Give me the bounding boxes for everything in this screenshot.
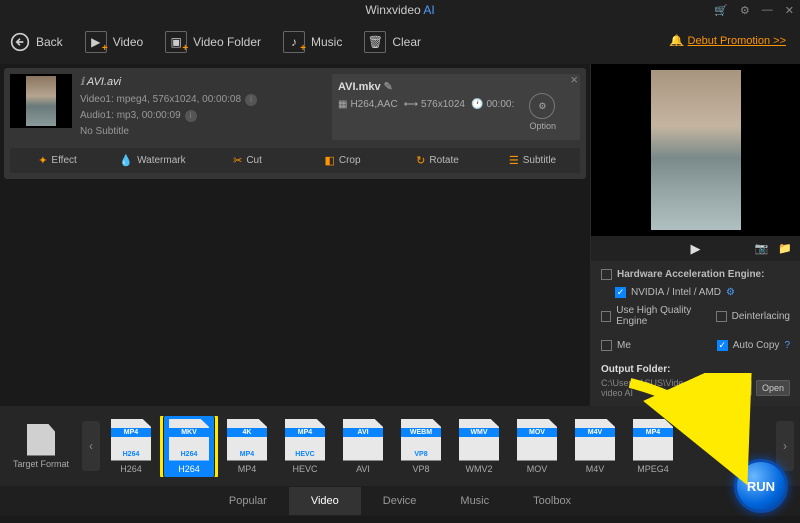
promo-link[interactable]: 🔔 Debut Promotion >> (670, 34, 786, 47)
gear-icon: ⚙ (529, 93, 555, 119)
help-icon[interactable]: ? (784, 340, 790, 351)
format-wmv-wmv2[interactable]: WMVWMV2 (454, 419, 504, 474)
scroll-left-button[interactable]: ‹ (82, 421, 100, 471)
hw-accel-header: Hardware Acceleration Engine: (601, 269, 790, 280)
checkbox-checked[interactable]: ✓ (615, 287, 626, 298)
titlebar: Winxvideo AI 🛒 ⚙ — ✕ (0, 0, 800, 20)
snapshot-icon[interactable]: 📷 (755, 242, 769, 255)
format-mov-mov[interactable]: MOVMOV (512, 419, 562, 474)
preview-image (651, 70, 741, 230)
cut-button[interactable]: ✂Cut (200, 148, 295, 173)
format-4k-mp4[interactable]: 4KMP4MP4 (222, 419, 272, 474)
remove-item-button[interactable]: × (570, 72, 578, 87)
edit-tools: ✦Effect 💧Watermark ✂Cut ◧Crop ↻Rotate ☰S… (10, 148, 580, 173)
folder-icon: ▣+ (165, 31, 187, 53)
category-tabs: PopularVideoDeviceMusicToolbox (0, 486, 800, 516)
add-music-button[interactable]: ♪+ Music (283, 31, 342, 53)
music-icon: ♪+ (283, 31, 305, 53)
back-button[interactable]: Back (10, 32, 63, 52)
format-m4v-m4v[interactable]: M4VM4V (570, 419, 620, 474)
browse-button[interactable]: Browse (710, 380, 752, 396)
tab-video[interactable]: Video (289, 487, 361, 515)
add-video-button[interactable]: ▶+ Video (85, 31, 143, 53)
format-mkv-h264[interactable]: MKVH264H264 (164, 416, 214, 477)
add-folder-button[interactable]: ▣+ Video Folder (165, 31, 261, 53)
settings-icon[interactable]: ⚙ (740, 4, 750, 17)
side-panel: ▶ 📷 📁 Hardware Acceleration Engine: ✓ NV… (590, 64, 800, 406)
gear-icon[interactable]: ⚙ (726, 287, 735, 298)
minimize-button[interactable]: — (762, 4, 773, 16)
hw-accel-option[interactable]: ✓ NVIDIA / Intel / AMD ⚙ (601, 287, 790, 298)
info-icon[interactable]: i (245, 94, 257, 106)
format-mp4-hevc[interactable]: MP4HEVCHEVC (280, 419, 330, 474)
preview-area (591, 64, 800, 236)
autocopy-option[interactable]: ✓Auto Copy ? (717, 340, 790, 351)
folder-path: C:\Users\ASUS\Vide video AI (601, 378, 706, 398)
bell-icon: 🔔 (670, 34, 684, 47)
queue-panel: × ℹ AVI.avi Video1: mpeg4, 576x1024, 00:… (0, 64, 590, 406)
merge-option[interactable]: Me (601, 340, 631, 351)
tab-music[interactable]: Music (438, 487, 511, 515)
tab-toolbox[interactable]: Toolbox (511, 487, 593, 515)
effect-button[interactable]: ✦Effect (10, 148, 105, 173)
target-format-button[interactable]: Target Format (6, 424, 76, 469)
edit-name-icon[interactable]: ✎ (384, 81, 393, 93)
format-webm-vp8[interactable]: WEBMVP8VP8 (396, 419, 446, 474)
checkbox[interactable] (601, 269, 612, 280)
subtitle-button[interactable]: ☰Subtitle (485, 148, 580, 173)
app-title: Winxvideo AI (365, 3, 434, 17)
format-avi-avi[interactable]: AVIAVI (338, 419, 388, 474)
codec-chip[interactable]: ▦ H264,AAC (338, 99, 398, 110)
crop-button[interactable]: ◧Crop (295, 148, 390, 173)
document-gear-icon (27, 424, 55, 456)
watermark-button[interactable]: 💧Watermark (105, 148, 200, 173)
source-thumbnail (10, 74, 72, 128)
main-area: × ℹ AVI.avi Video1: mpeg4, 576x1024, 00:… (0, 64, 800, 406)
close-button[interactable]: ✕ (785, 4, 794, 17)
preview-controls: ▶ 📷 📁 (591, 236, 800, 261)
queue-item[interactable]: × ℹ AVI.avi Video1: mpeg4, 576x1024, 00:… (4, 68, 586, 179)
cart-icon[interactable]: 🛒 (714, 4, 728, 17)
top-toolbar: Back ▶+ Video ▣+ Video Folder ♪+ Music 🗑… (0, 20, 800, 64)
play-button[interactable]: ▶ (691, 241, 701, 257)
duration-chip: 🕐 00:00: (471, 99, 514, 110)
format-mp4-mpeg4[interactable]: MP4MPEG4 (628, 419, 678, 474)
rotate-button[interactable]: ↻Rotate (390, 148, 485, 173)
format-bar: Target Format ‹ MP4H264H264MKVH264H2644K… (0, 406, 800, 486)
source-info: ℹ AVI.avi Video1: mpeg4, 576x1024, 00:00… (80, 74, 324, 140)
clear-button[interactable]: 🗑 Clear (364, 31, 421, 53)
output-folder: Output Folder: C:\Users\ASUS\Vide video … (601, 364, 790, 398)
format-list: MP4H264H264MKVH264H2644KMP4MP4MP4HEVCHEV… (106, 416, 770, 477)
tab-device[interactable]: Device (361, 487, 439, 515)
tab-popular[interactable]: Popular (207, 487, 289, 515)
info-icon[interactable]: i (185, 110, 197, 122)
folder-open-icon[interactable]: 📁 (778, 242, 792, 255)
video-icon: ▶+ (85, 31, 107, 53)
hq-engine-option[interactable]: Use High Quality Engine (601, 305, 716, 327)
scroll-right-button[interactable]: › (776, 421, 794, 471)
trash-icon: 🗑 (364, 31, 386, 53)
option-button[interactable]: ⚙ Option (529, 93, 556, 131)
options-panel: Hardware Acceleration Engine: ✓ NVIDIA /… (591, 261, 800, 406)
open-button[interactable]: Open (756, 380, 790, 396)
window-controls: 🛒 ⚙ — ✕ (714, 0, 794, 20)
format-mp4-h264[interactable]: MP4H264H264 (106, 419, 156, 474)
run-button[interactable]: RUN (734, 459, 788, 513)
deinterlace-option[interactable]: Deinterlacing (716, 305, 790, 327)
resolution-chip[interactable]: ⟷ 576x1024 (404, 99, 465, 110)
